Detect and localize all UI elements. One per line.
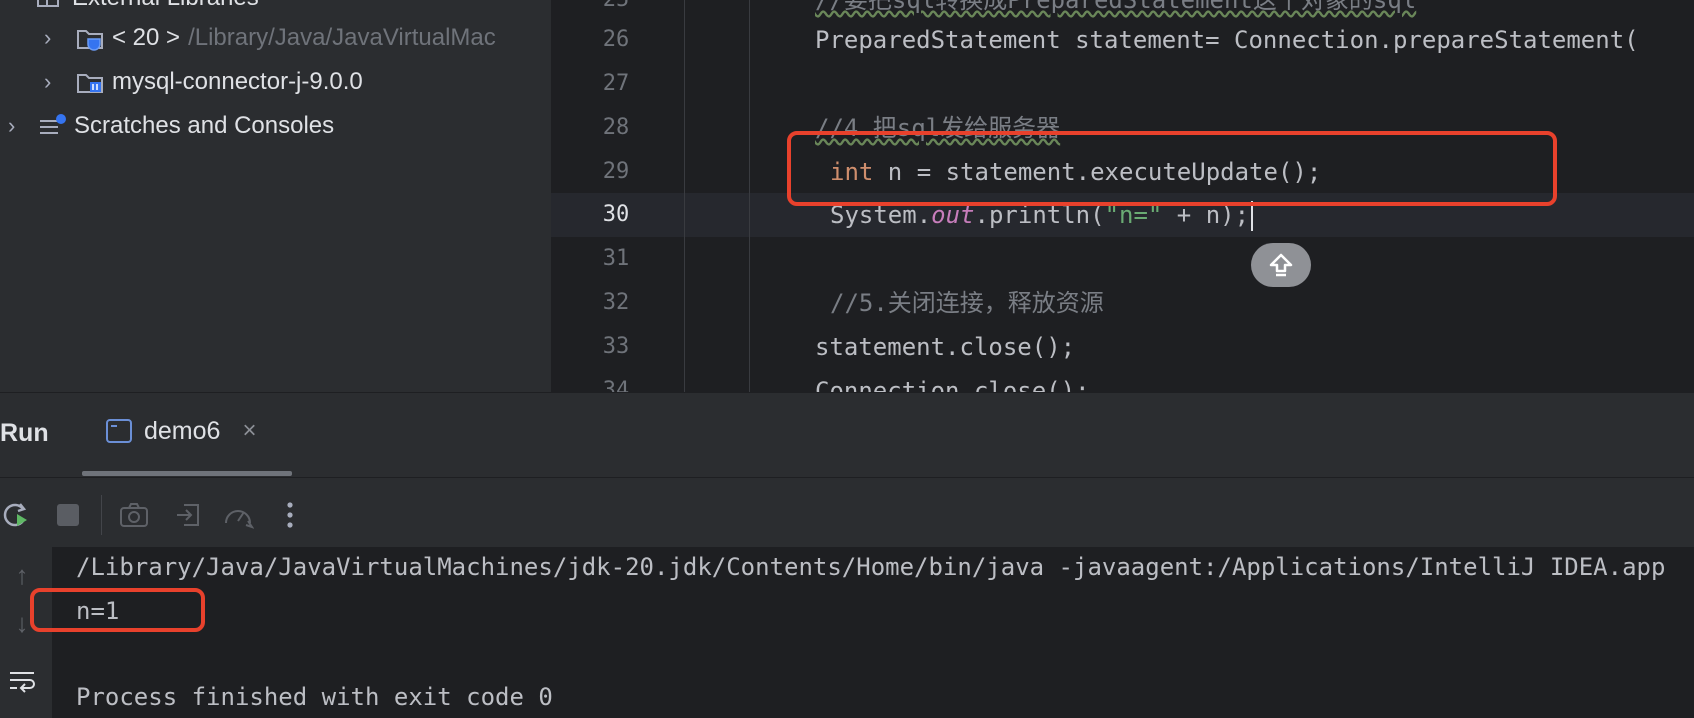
chevron-right-icon[interactable]: › [8,113,24,139]
line-number: 32 [602,290,630,315]
close-tab-icon[interactable]: × [242,417,256,445]
stop-icon [57,504,79,526]
code-line[interactable]: PreparedStatement statement= Connection.… [815,18,1639,62]
code-comment: //要把sql转换成PreparedStatement这个对象的sql [815,0,1417,14]
code-line[interactable]: //5.关闭连接，释放资源 [830,281,1104,325]
tree-item-label: Scratches and Consoles [74,112,335,139]
profiler-button[interactable] [218,493,258,537]
arrow-up-icon [1269,253,1293,277]
library-folder-icon [76,68,106,96]
restore-layout-button[interactable] [168,493,208,537]
line-number: 27 [602,71,630,96]
console-gutter: ↑ ↓ [0,547,52,718]
line-number: 29 [602,159,630,184]
stop-button[interactable] [48,493,88,537]
line-number: 26 [602,27,630,52]
project-tree: External Libraries › < 20 > /Library/Jav… [0,0,551,392]
scroll-up-icon[interactable]: ↑ [6,559,38,591]
line-number: 28 [602,115,630,140]
restore-layout-icon [177,504,199,526]
tree-item-mysql-connector[interactable]: › mysql-connector-j-9.0.0 [44,62,363,102]
tab-label: demo6 [144,416,221,445]
soft-wrap-icon[interactable] [6,665,38,697]
screenshot-button[interactable] [114,493,154,537]
rerun-button[interactable] [0,493,36,537]
active-tab-indicator [82,471,292,476]
run-tool-window: Run demo6 × ↑ ↓ /Library/Java/JavaVirtua… [0,392,1694,718]
annotation-highlight-box [30,588,205,632]
more-options-button[interactable] [270,493,310,537]
tree-item-path: /Library/Java/JavaVirtualMac [188,24,496,51]
annotation-highlight-box [787,131,1557,206]
code-line[interactable]: statement.close(); [815,325,1075,369]
chevron-right-icon[interactable]: › [44,69,60,95]
tab-demo6[interactable]: demo6 × [106,411,256,451]
jdk-folder-icon [76,24,106,52]
tree-item-label: < 20 > [112,24,181,51]
tree-item-jdk[interactable]: › < 20 > /Library/Java/JavaVirtualMac [44,18,496,58]
line-number: 33 [602,334,630,359]
scroll-to-top-button[interactable] [1251,243,1311,287]
line-number: 34 [602,378,630,392]
indent-guide [749,0,750,392]
run-panel-title: Run [0,419,49,447]
divider [0,477,1694,478]
screenshot-icon [120,503,148,527]
more-icon [287,502,293,528]
tree-item-scratches[interactable]: › Scratches and Consoles [8,106,334,146]
tree-item-label: External Libraries [72,0,259,12]
gutter-divider [684,0,685,392]
tree-item-label: mysql-connector-j-9.0.0 [112,68,363,95]
chevron-right-icon[interactable]: › [44,25,60,51]
toolbar-separator [101,495,102,535]
console-line-exit: Process finished with exit code 0 [76,683,553,711]
scratches-icon [38,112,68,140]
tree-item-external-libraries[interactable]: External Libraries [36,0,259,18]
library-icon [36,0,66,12]
profiler-icon [225,510,254,529]
console-line: /Library/Java/JavaVirtualMachines/jdk-20… [76,553,1666,581]
console-output[interactable]: /Library/Java/JavaVirtualMachines/jdk-20… [52,547,1694,718]
line-number-current: 30 [602,202,630,227]
run-config-icon [106,419,132,443]
line-number: 31 [602,246,630,271]
rerun-icon [3,503,27,527]
code-line[interactable]: Connection.close(); [815,369,1090,392]
